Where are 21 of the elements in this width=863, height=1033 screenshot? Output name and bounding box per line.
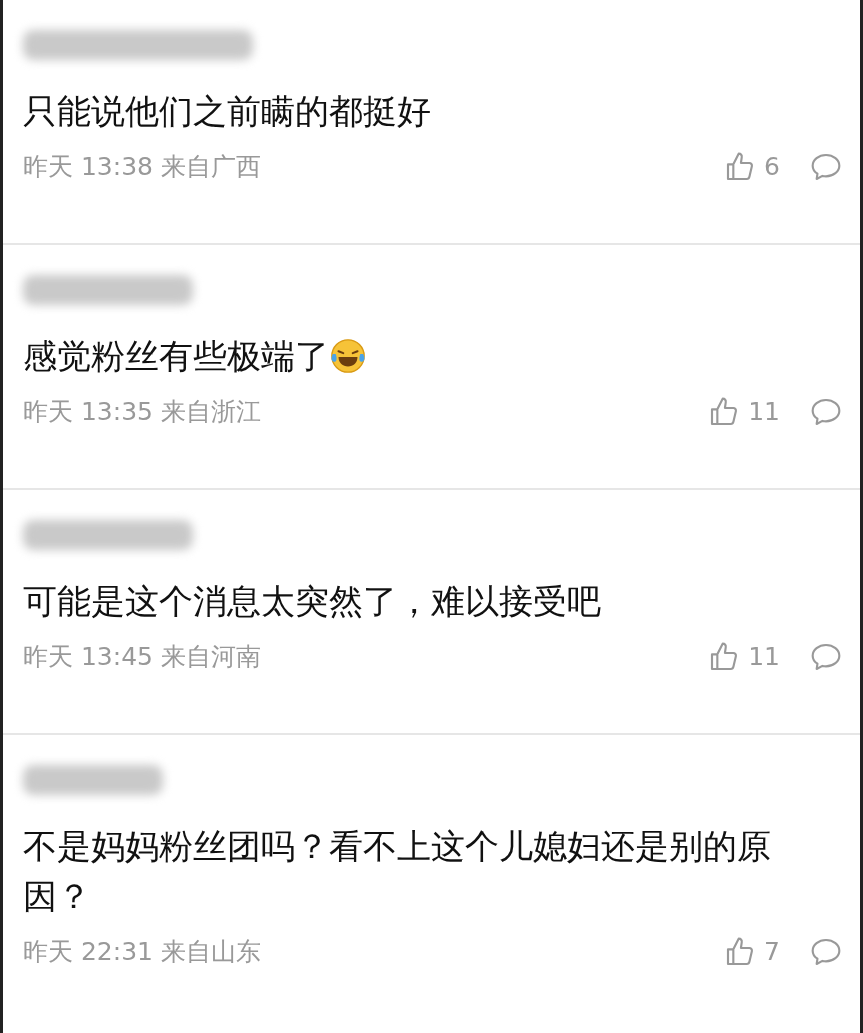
comment-location: 来自浙江	[161, 396, 261, 428]
comment-location: 来自河南	[161, 641, 261, 673]
like-count: 6	[764, 152, 780, 181]
comment-location: 来自广西	[161, 151, 261, 183]
laughing-tears-emoji-icon	[329, 337, 367, 375]
like-count: 7	[764, 937, 780, 966]
comment-text: 只能说他们之前瞒的都挺好	[23, 90, 431, 133]
comment-icon[interactable]	[810, 151, 842, 182]
comment-icon[interactable]	[810, 936, 842, 967]
comment-text: 可能是这个消息太突然了，难以接受吧	[23, 580, 601, 623]
comment-time: 昨天 13:45	[23, 641, 153, 673]
comment-text: 不是妈妈粉丝团吗？看不上这个儿媳妇还是别的原因？	[23, 825, 772, 918]
like-count: 11	[748, 642, 780, 671]
comment-time: 昨天 22:31	[23, 936, 153, 968]
comment-location: 来自山东	[161, 936, 261, 968]
comment-text: 感觉粉丝有些极端了	[23, 335, 329, 378]
comment-icon[interactable]	[810, 641, 842, 672]
like-count: 11	[748, 397, 780, 426]
comment-time: 昨天 13:35	[23, 396, 153, 428]
comment-icon[interactable]	[810, 396, 842, 427]
comment-time: 昨天 13:38	[23, 151, 153, 183]
